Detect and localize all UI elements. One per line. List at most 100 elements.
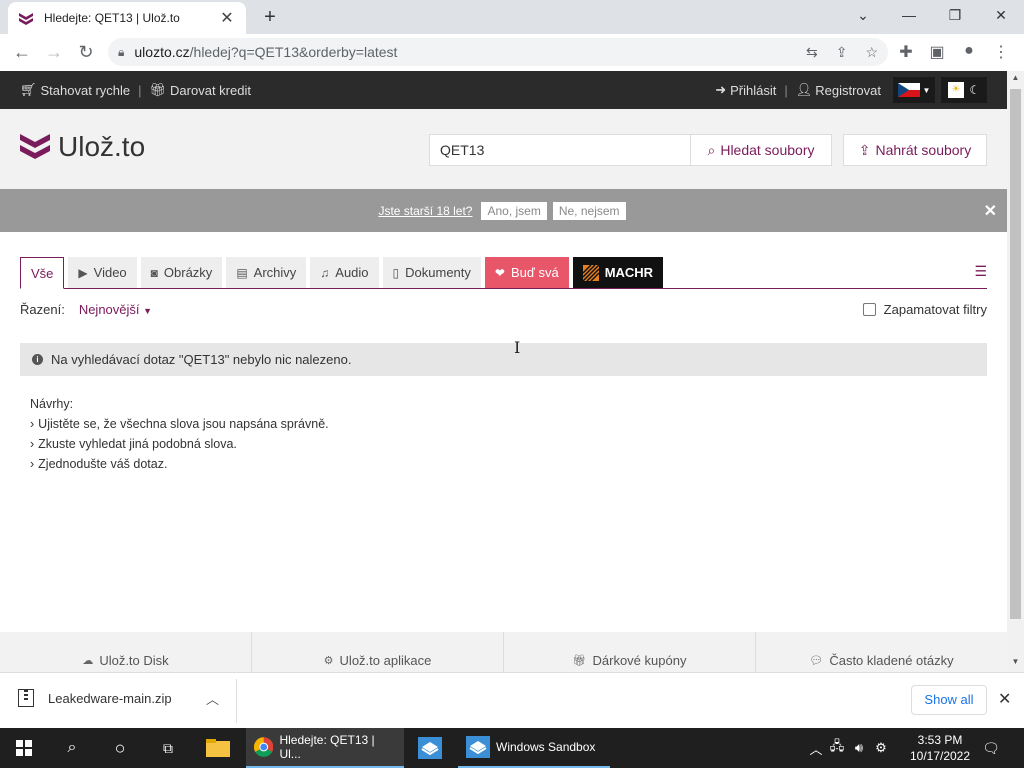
extensions-puzzle-icon[interactable]: ✚	[895, 42, 917, 62]
minimize-icon[interactable]: —	[886, 4, 932, 26]
tab-audio[interactable]: ♫ Audio	[310, 257, 379, 288]
lock-icon[interactable]: 🔒︎	[118, 45, 124, 60]
donate-credit-link[interactable]: 🎁︎ Darovat kredit	[150, 82, 251, 98]
user-icon: 👤︎	[795, 82, 813, 97]
clock-time: 3:53 PM	[917, 733, 963, 747]
network-icon[interactable]: 🖧︎	[826, 737, 848, 759]
bookmark-star-icon[interactable]: ☆	[865, 44, 878, 61]
show-all-button[interactable]: Show all	[911, 685, 987, 715]
translate-icon[interactable]: ⇆	[806, 44, 818, 61]
tray-chevron-up-icon[interactable]: ︿	[806, 739, 826, 758]
zip-file-icon	[18, 689, 34, 707]
back-arrow-icon[interactable]: ←	[6, 36, 38, 68]
list-item: › Zjednodušte váš dotaz.	[30, 457, 168, 471]
document-icon: ▯	[392, 265, 400, 280]
share-icon[interactable]: ⇪	[836, 44, 848, 61]
category-tabs: Vše ▶ Video ◙ Obrázky ▤ Archivy ♫ Audio ▯ Dok…	[20, 257, 987, 289]
sort-dropdown[interactable]: Nejnovější ▼	[79, 302, 152, 317]
tab-documents[interactable]: ▯ Dokumenty	[382, 257, 481, 288]
system-tray: ︿ 🖧︎ 🔊︎ ⚙	[806, 728, 892, 768]
suggestions: Návrhy: › Ujistěte se, že všechna slova j…	[30, 397, 329, 477]
video-icon: ▶	[78, 265, 88, 280]
register-link[interactable]: 👤︎ Registrovat	[796, 82, 881, 98]
settings-gear-icon[interactable]: ⚙	[870, 740, 892, 756]
browser-tab-active[interactable]: Hledejte: QET13 | Ulož.to ✕	[8, 2, 246, 34]
footer-disk-link[interactable]: ☁ Ulož.to Disk	[0, 632, 252, 672]
remember-filters[interactable]: Zapamatovat filtry	[862, 302, 987, 317]
profile-avatar-icon[interactable]: ●	[958, 42, 980, 60]
footer-apps-link[interactable]: ⚙ Ulož.to aplikace	[252, 632, 504, 672]
tab-search-chevron-icon[interactable]: ⌄	[840, 4, 886, 26]
clock-date: 10/17/2022	[909, 749, 971, 763]
tab-video[interactable]: ▶ Video	[68, 257, 137, 288]
age-no-button[interactable]: Ne, nejsem	[552, 201, 626, 220]
restore-icon[interactable]: ❐	[932, 4, 978, 26]
browser-tab-strip: Hledejte: QET13 | Ulož.to ✕ + ⌄ — ❐ ✕	[0, 0, 1024, 34]
forward-arrow-icon[interactable]: →	[38, 36, 70, 68]
moon-icon[interactable]: ☾	[969, 83, 980, 97]
search-icon[interactable]: ⌕	[48, 728, 96, 768]
chevron-right-icon: ›	[30, 457, 35, 471]
language-selector[interactable]: ▼	[893, 77, 935, 103]
login-link[interactable]: ➜ Přihlásit	[715, 82, 776, 98]
cloud-icon: ☁	[82, 654, 94, 667]
text-cursor-icon: I	[514, 338, 521, 357]
footer-faq-link[interactable]: 💬︎ Často kladené otázky	[756, 632, 1007, 672]
age-question-link[interactable]: Jste starší 18 let?	[378, 204, 472, 218]
upload-button[interactable]: ⇪ Nahrát soubory	[843, 134, 987, 166]
new-tab-icon[interactable]: +	[258, 6, 282, 30]
czech-flag-icon	[897, 83, 920, 97]
gift-icon: 🎁︎	[572, 654, 587, 667]
window-close-icon[interactable]: ✕	[978, 4, 1024, 26]
sun-icon[interactable]: ☀	[947, 82, 964, 98]
footer-coupons-link[interactable]: 🎁︎ Dárkové kupóny	[504, 632, 756, 672]
scroll-up-icon[interactable]: ▲	[1007, 73, 1024, 82]
age-yes-button[interactable]: Ano, jsem	[481, 201, 547, 220]
taskbar-clock[interactable]: 3:53 PM 10/17/2022	[906, 732, 974, 764]
download-bar-close-icon[interactable]: ✕	[998, 689, 1011, 709]
remember-filters-checkbox[interactable]	[862, 302, 876, 316]
tab-close-icon[interactable]: ✕	[218, 8, 236, 28]
site-logo[interactable]: Ulož.to	[20, 131, 145, 163]
notice-text: Na vyhledávací dotaz "QET13" nebylo nic …	[51, 352, 352, 367]
theme-toggle[interactable]: ☀ ☾	[941, 77, 987, 103]
sandbox-pinned-icon[interactable]	[410, 728, 450, 768]
caret-down-icon: ▼	[143, 305, 153, 316]
fast-download-link[interactable]: 🛒︎ Stahovat rychle	[20, 82, 130, 98]
search-input[interactable]: QET13	[429, 134, 691, 166]
download-item[interactable]: Leakedware-main.zip	[18, 689, 172, 707]
chevron-right-icon: ›	[30, 417, 35, 431]
tab-archives[interactable]: ▤ Archivy	[226, 257, 307, 288]
scroll-down-icon[interactable]: ▼	[1007, 657, 1024, 666]
browser-toolbar: ← → ↻ 🔒︎ ulozto.cz/hledej?q=QET13&orderb…	[0, 34, 1024, 70]
tab-images[interactable]: ◙ Obrázky	[140, 257, 223, 288]
tab-bud-sva[interactable]: ❤ Buď svá	[484, 257, 569, 288]
scroll-thumb[interactable]	[1010, 89, 1021, 619]
page-scrollbar[interactable]: ▲ ▼	[1007, 71, 1024, 672]
chevron-right-icon: ›	[30, 437, 35, 451]
age-bar-close-icon[interactable]: ✕	[984, 201, 997, 221]
list-view-icon[interactable]: ☰	[974, 263, 987, 280]
volume-icon[interactable]: 🔊︎	[848, 740, 870, 756]
search-button[interactable]: ⌕ Hledat soubory	[690, 134, 832, 166]
upload-icon: ⇪	[858, 141, 871, 158]
age-verification-bar: Jste starší 18 let? Ano, jsem Ne, nejsem…	[0, 189, 1007, 232]
windows-start-icon[interactable]	[0, 728, 48, 768]
browser-menu-icon[interactable]: ⋮	[990, 42, 1012, 62]
reload-icon[interactable]: ↻	[70, 36, 102, 68]
tab-machr[interactable]: MACHR	[572, 257, 664, 288]
taskbar-chrome-window[interactable]: Hledejte: QET13 | Ul...	[246, 728, 404, 768]
archive-icon: ▤	[236, 265, 248, 280]
file-explorer-icon[interactable]	[196, 728, 240, 768]
site-footer: ☁ Ulož.to Disk ⚙ Ulož.to aplikace 🎁︎ Dárkov…	[0, 632, 1007, 672]
chevron-up-icon[interactable]: ︿	[206, 689, 219, 708]
taskbar-sandbox-window[interactable]: Windows Sandbox	[458, 728, 610, 768]
task-view-icon[interactable]: ⧉	[144, 728, 192, 768]
address-bar[interactable]: 🔒︎ ulozto.cz/hledej?q=QET13&orderby=late…	[108, 38, 888, 66]
cortana-icon[interactable]: ○	[96, 728, 144, 768]
heart-icon: ❤	[494, 265, 505, 280]
side-panel-icon[interactable]: ▣	[926, 42, 948, 62]
tab-all[interactable]: Vše	[20, 257, 65, 289]
download-file-name: Leakedware-main.zip	[48, 690, 172, 706]
notifications-icon[interactable]: 🗨︎	[976, 728, 1006, 768]
